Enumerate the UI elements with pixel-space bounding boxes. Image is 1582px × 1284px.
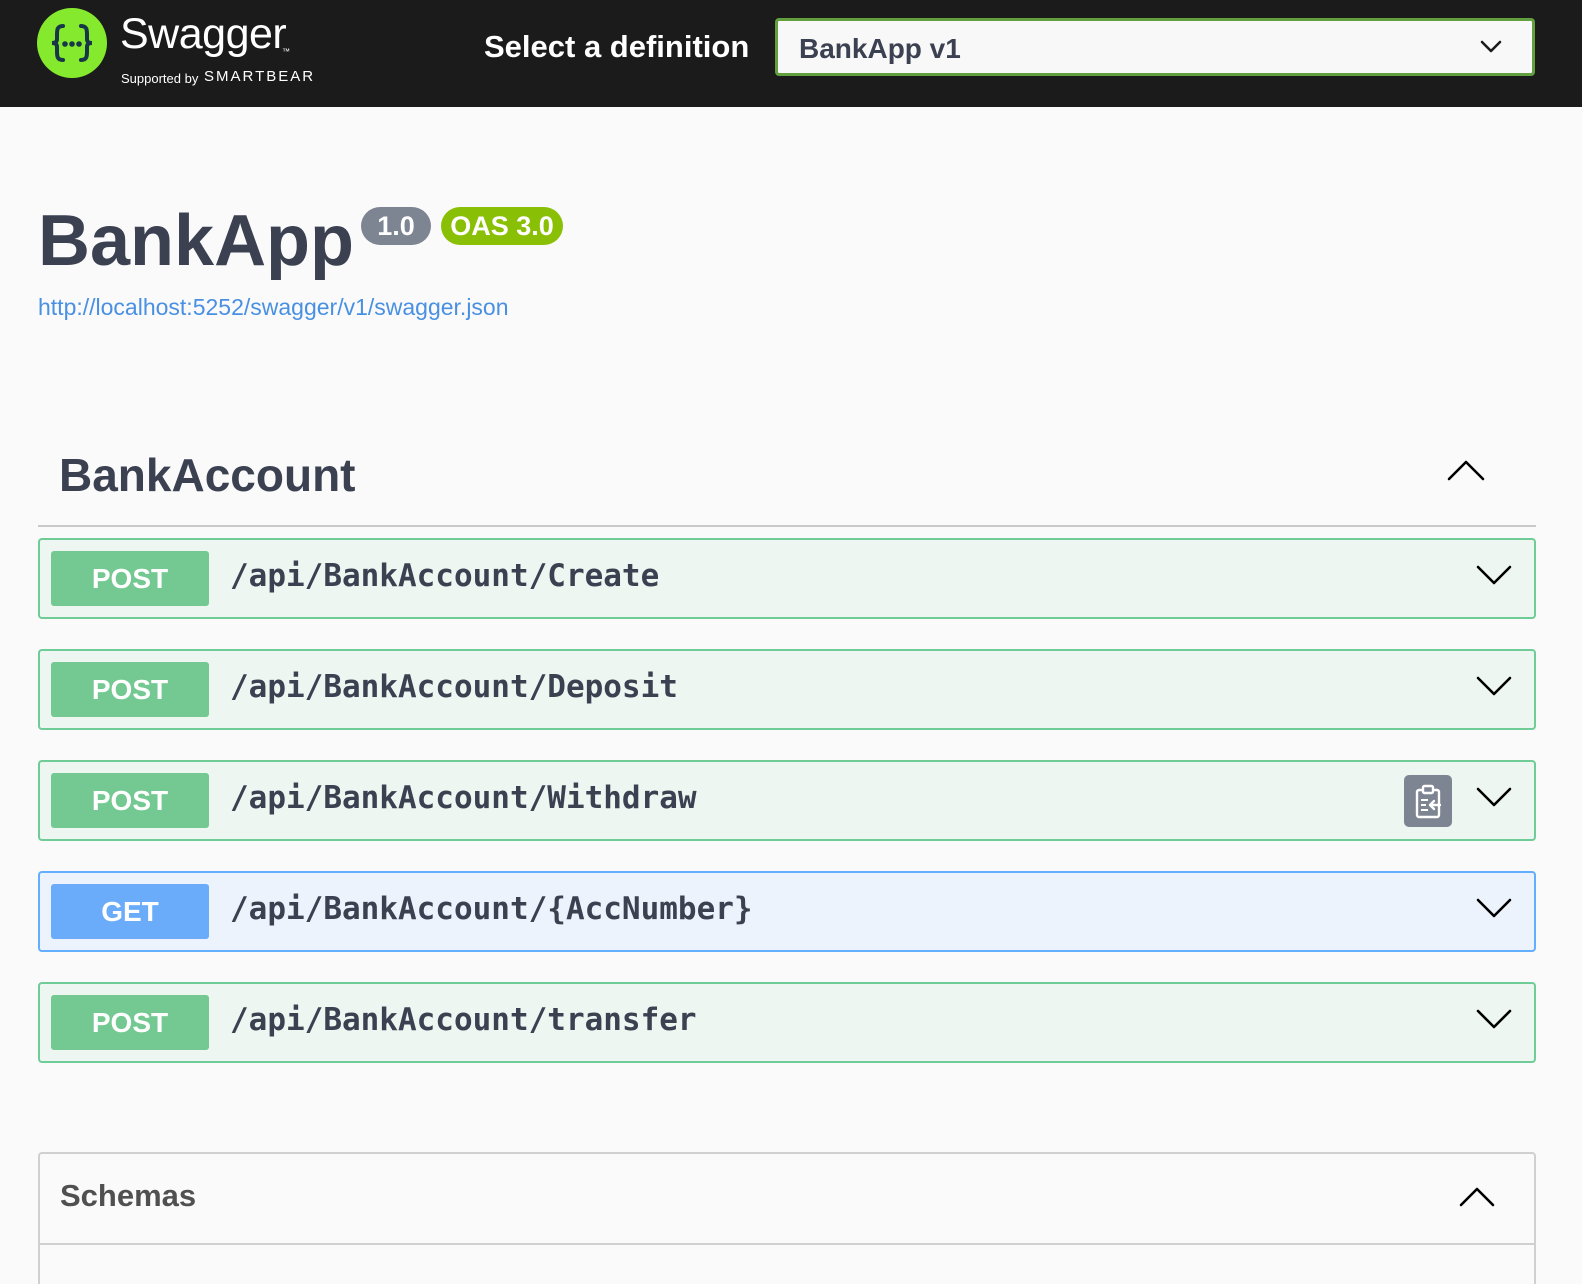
definition-select-value: BankApp v1: [799, 33, 961, 64]
swagger-logo[interactable]: Swagger ™ Supported by SMARTBEAR: [37, 7, 337, 93]
swagger-braces-icon: [51, 24, 93, 62]
operation-get-accnumber[interactable]: GET /api/BankAccount/{AccNumber}: [38, 871, 1536, 952]
schemas-title: Schemas: [60, 1178, 197, 1213]
operation-path: /api/BankAccount/Create: [230, 558, 660, 594]
chevron-down-icon[interactable]: [1476, 674, 1512, 698]
api-title: BankApp: [38, 201, 355, 281]
spec-url-link[interactable]: http://localhost:5252/swagger/v1/swagger…: [38, 294, 509, 322]
version-badge: 1.0: [361, 207, 431, 245]
chevron-down-icon: [1480, 40, 1502, 53]
operation-path: /api/BankAccount/Withdraw: [230, 780, 697, 816]
operation-path: /api/BankAccount/Deposit: [230, 669, 678, 705]
operation-path: /api/BankAccount/{AccNumber}: [230, 891, 753, 927]
chevron-down-icon[interactable]: [1476, 896, 1512, 920]
supported-by-text: Supported by: [121, 71, 199, 86]
chevron-down-icon[interactable]: [1476, 563, 1512, 587]
oas-version-badge: OAS 3.0: [441, 207, 563, 245]
schemas-section: Schemas: [38, 1152, 1536, 1284]
tag-section-header[interactable]: BankAccount: [38, 438, 1536, 527]
chevron-up-icon[interactable]: [1446, 458, 1486, 482]
chevron-up-icon[interactable]: [1458, 1184, 1496, 1208]
method-badge: GET: [51, 884, 209, 939]
operation-path: /api/BankAccount/transfer: [230, 1002, 697, 1038]
chevron-down-icon[interactable]: [1476, 1007, 1512, 1031]
method-badge: POST: [51, 773, 209, 828]
operation-post-transfer[interactable]: POST /api/BankAccount/transfer: [38, 982, 1536, 1063]
operation-post-deposit[interactable]: POST /api/BankAccount/Deposit: [38, 649, 1536, 730]
copy-to-clipboard-icon: [1415, 784, 1442, 819]
trademark-symbol: ™: [282, 47, 290, 56]
swagger-wordmark: Swagger: [120, 10, 287, 58]
definition-select[interactable]: BankApp v1: [775, 18, 1535, 76]
definition-select-label: Select a definition: [484, 29, 750, 64]
smartbear-text: SMARTBEAR: [204, 68, 316, 85]
tag-title: BankAccount: [59, 449, 356, 501]
operation-post-withdraw[interactable]: POST /api/BankAccount/Withdraw: [38, 760, 1536, 841]
operation-post-create[interactable]: POST /api/BankAccount/Create: [38, 538, 1536, 619]
chevron-down-icon[interactable]: [1476, 785, 1512, 809]
copy-to-clipboard-button[interactable]: [1404, 775, 1452, 827]
topbar: Swagger ™ Supported by SMARTBEAR Select …: [0, 0, 1582, 107]
schemas-header[interactable]: Schemas: [40, 1154, 1534, 1245]
method-badge: POST: [51, 995, 209, 1050]
method-badge: POST: [51, 551, 209, 606]
method-badge: POST: [51, 662, 209, 717]
